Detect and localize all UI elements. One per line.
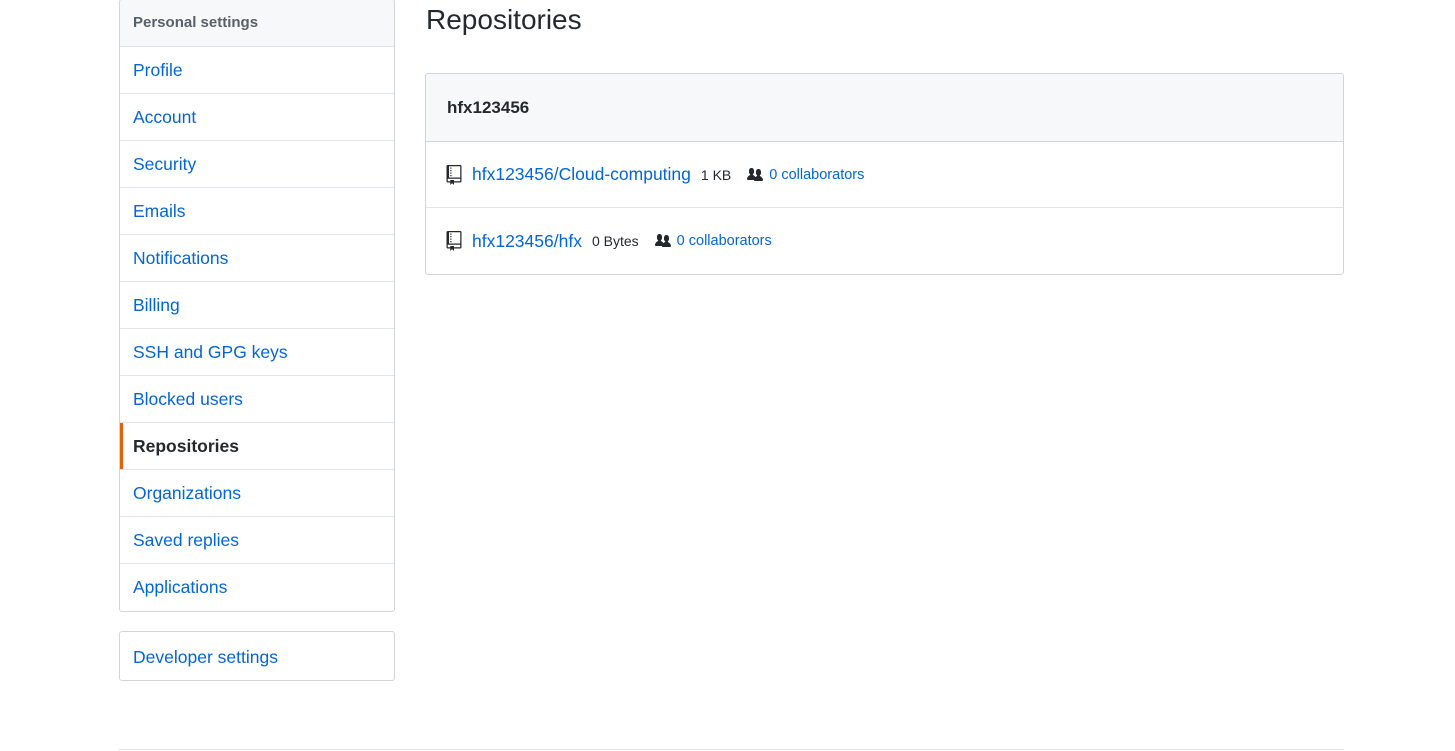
sidebar-item-emails[interactable]: Emails [120,188,394,235]
sidebar-item-applications[interactable]: Applications [120,564,394,611]
sidebar-item-blocked-users[interactable]: Blocked users [120,376,394,423]
collaborators-link[interactable]: 0 collaborators [769,167,864,183]
repo-book-icon [446,164,464,185]
sidebar-item-repositories[interactable]: Repositories [120,423,394,470]
sidebar-item-organizations[interactable]: Organizations [120,470,394,517]
sidebar-item-saved-replies[interactable]: Saved replies [120,517,394,564]
repo-link[interactable]: hfx123456/Cloud-computing [472,164,691,185]
footer-divider [119,749,1344,750]
repo-row: hfx123456/hfx 0 Bytes 0 collaborators [426,208,1343,274]
collaborators-link[interactable]: 0 collaborators [677,233,772,249]
repo-size: 0 Bytes [591,233,639,249]
sidebar-item-notifications[interactable]: Notifications [120,235,394,282]
menu-heading: Personal settings [120,0,394,47]
sidebar-item-profile[interactable]: Profile [120,47,394,94]
sidebar-item-developer-settings[interactable]: Developer settings [120,632,394,680]
repo-link[interactable]: hfx123456/hfx [472,231,582,252]
people-icon [745,167,765,183]
page-title: Repositories [426,4,582,35]
personal-settings-menu: Personal settings Profile Account Securi… [119,0,395,612]
sidebar-item-account[interactable]: Account [120,94,394,141]
people-icon [653,233,673,249]
sidebar-item-security[interactable]: Security [120,141,394,188]
owner-header: hfx123456 [426,74,1343,142]
sidebar-item-ssh-gpg-keys[interactable]: SSH and GPG keys [120,329,394,376]
repositories-box: hfx123456 hfx123456/Cloud-computing 1 KB… [425,73,1344,275]
repo-row: hfx123456/Cloud-computing 1 KB 0 collabo… [426,142,1343,208]
settings-page: Personal settings Profile Account Securi… [0,0,1455,751]
developer-settings-menu: Developer settings [119,631,395,681]
sidebar-item-billing[interactable]: Billing [120,282,394,329]
repo-book-icon [446,231,464,251]
repo-size: 1 KB [700,166,732,183]
